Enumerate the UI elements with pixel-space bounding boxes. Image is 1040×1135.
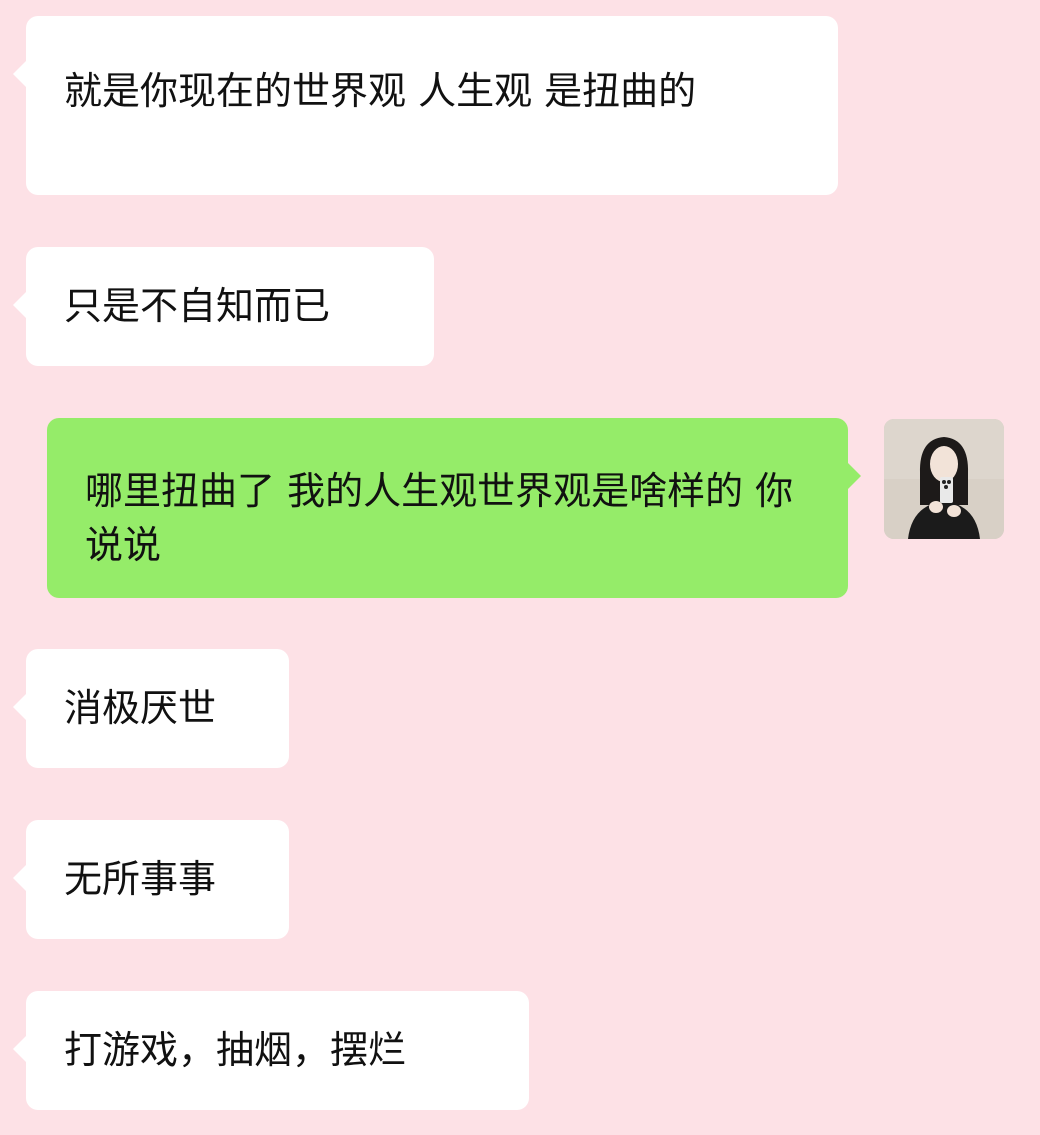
message-bubble-incoming[interactable]: 打游戏，抽烟，摆烂 xyxy=(13,991,529,1110)
message-bubble-incoming[interactable]: 无所事事 xyxy=(13,820,289,939)
user-photo-avatar-icon xyxy=(884,419,1004,539)
message-bubble-incoming[interactable]: 就是你现在的世界观 人生观 是扭曲的 xyxy=(13,16,838,195)
message-bubble-incoming[interactable]: 消极厌世 xyxy=(13,649,289,768)
message-bubble-outgoing[interactable]: 哪里扭曲了 我的人生观世界观是啥样的 你说说 xyxy=(47,418,861,598)
message-text: 打游戏，抽烟，摆烂 xyxy=(64,1028,407,1072)
user-avatar[interactable] xyxy=(884,419,1004,539)
message-text: 无所事事 xyxy=(64,857,217,901)
message-bubble-incoming[interactable]: 只是不自知而已 xyxy=(13,247,434,366)
message-text: 只是不自知而已 xyxy=(64,284,331,328)
message-text: 哪里扭曲了 我的人生观世界观是啥样的 你说说 xyxy=(85,469,794,567)
message-text: 消极厌世 xyxy=(64,686,217,730)
chat-area: 就是你现在的世界观 人生观 是扭曲的 只是不自知而已 哪里扭曲了 我的人生观世界… xyxy=(0,0,1040,1135)
message-text: 就是你现在的世界观 人生观 是扭曲的 xyxy=(64,69,697,113)
